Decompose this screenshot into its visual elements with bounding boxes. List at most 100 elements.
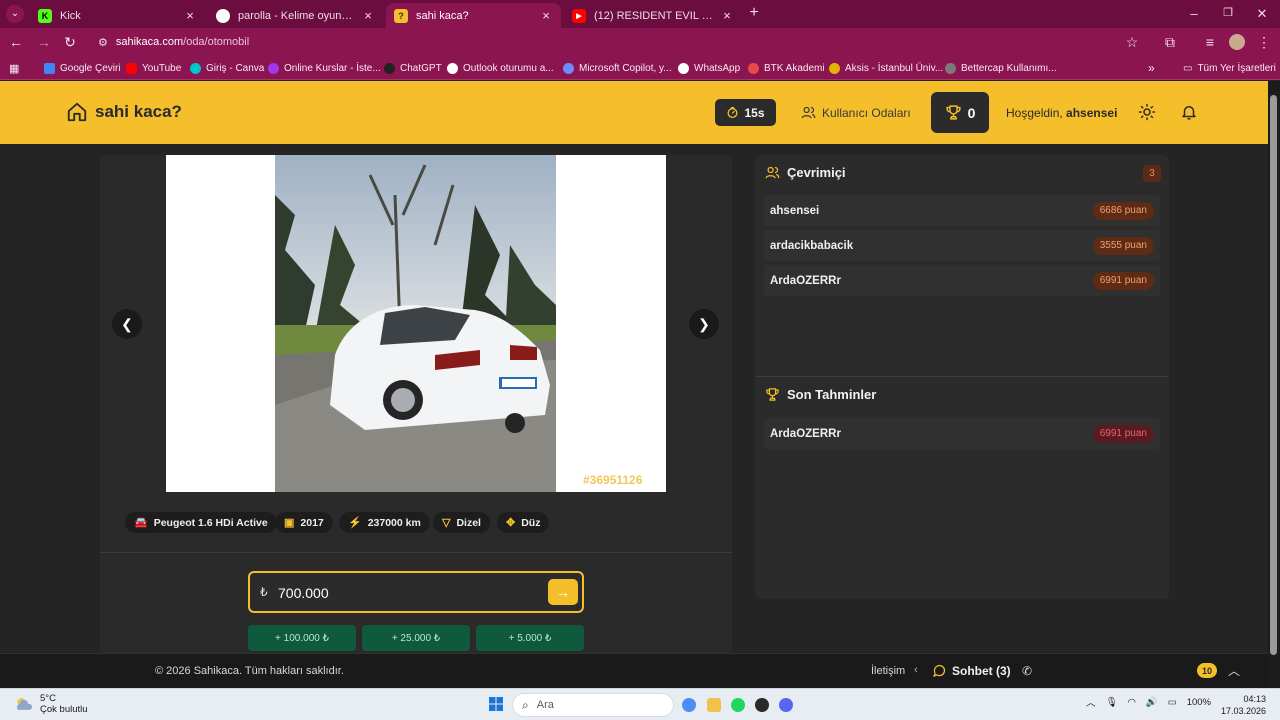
score-value: 0 [967, 104, 976, 121]
extensions-icon[interactable]: ⧉ [1162, 34, 1178, 50]
start-button[interactable] [489, 697, 503, 711]
bookmark-copilot[interactable]: Microsoft Copilot, y... [563, 60, 672, 76]
tab-kick[interactable]: K Kick × [30, 3, 205, 28]
bookmark-udemy[interactable]: Online Kurslar - İste... [268, 60, 381, 76]
close-window-icon[interactable]: ✕ [1254, 6, 1270, 22]
browser-menu-icon[interactable]: ⋮ [1256, 34, 1272, 50]
add-25000-button[interactable]: + 25.000 ₺ [362, 625, 470, 651]
chatgpt-icon [384, 62, 395, 74]
user-name: ardacikbabacik [770, 239, 854, 252]
volume-icon[interactable]: 🔊 [1146, 697, 1158, 708]
notifications-button[interactable] [1180, 103, 1198, 121]
contact-link[interactable]: İletişim [871, 665, 905, 677]
sidebar-panel: Çevrimiçi 3 ahsensei 6686 puan ardacikba… [755, 155, 1169, 599]
bookmark-btk[interactable]: BTK Akademi [748, 60, 825, 76]
bookmark-canva[interactable]: Giriş - Canva [190, 60, 264, 76]
profile-avatar[interactable] [1229, 34, 1245, 50]
bookmark-label: Google Çeviri [60, 62, 121, 74]
calendar-icon: ▣ [284, 517, 295, 529]
close-tab-icon[interactable]: × [539, 8, 553, 23]
tab-youtube[interactable]: ▶ (12) RESIDENT EVIL 7 Gameplay × [564, 3, 742, 28]
submit-guess-button[interactable]: → [548, 579, 578, 605]
microphone-icon[interactable]: 🎙 [1106, 697, 1118, 708]
next-image-button[interactable]: ❯ [689, 309, 719, 339]
collapse-chevron-icon[interactable]: ‹ [914, 664, 918, 676]
chat-button[interactable]: Sohbet (3) [932, 663, 1011, 678]
welcome-text: Hoşgeldin, ahsensei [1006, 106, 1117, 120]
user-points-badge: 6991 puan [1092, 271, 1154, 290]
google-translate-icon [44, 62, 55, 74]
more-bookmarks-icon[interactable]: » [1148, 60, 1155, 76]
user-rooms-link[interactable]: Kullanıcı Odaları [801, 105, 911, 120]
cloud-icon [16, 698, 33, 710]
online-header: Çevrimiçi [765, 165, 846, 180]
chip-year: ▣ 2017 [275, 512, 333, 533]
restore-icon[interactable]: ❐ [1220, 6, 1236, 19]
site-settings-icon[interactable]: ⚙ [98, 36, 108, 49]
bookmark-youtube[interactable]: YouTube [126, 60, 181, 76]
forward-icon[interactable]: → [36, 34, 52, 50]
reload-icon[interactable]: ↻ [62, 34, 78, 50]
discord-icon[interactable] [779, 698, 793, 712]
chip-transmission: ✥ Düz [497, 512, 550, 533]
all-bookmarks-label: Tüm Yer İşaretleri [1197, 62, 1276, 74]
tab-search-chevron-icon[interactable]: ⌄ [6, 5, 24, 23]
tab-parolla[interactable]: parolla - Kelime oyunu. Günlük × [208, 3, 383, 28]
tab-sahikaca[interactable]: ? sahi kaca? × [386, 3, 561, 28]
page-scrollbar[interactable] [1268, 81, 1280, 688]
bookmark-outlook[interactable]: Outlook oturumu a... [447, 60, 554, 76]
minimize-icon[interactable]: – [1186, 6, 1202, 21]
theme-toggle-button[interactable] [1138, 103, 1156, 121]
bookmark-whatsapp[interactable]: WhatsApp [678, 60, 740, 76]
bookmark-star-icon[interactable]: ☆ [1124, 34, 1140, 50]
tab-title: (12) RESIDENT EVIL 7 Gameplay [594, 9, 714, 22]
taskbar-search[interactable]: ⌕ Ara [512, 693, 674, 717]
site-logo[interactable]: sahi kaca? [66, 101, 182, 123]
chrome-taskbar-icon[interactable] [682, 698, 696, 712]
spotify-icon[interactable] [731, 698, 745, 712]
steam-icon[interactable] [755, 698, 769, 712]
car-photo [275, 155, 556, 492]
chip-mileage: ⚡ 237000 km [339, 512, 430, 533]
apps-grid-icon[interactable]: ▦ [9, 62, 19, 75]
bookmark-chatgpt[interactable]: ChatGPT [384, 60, 442, 76]
bookmark-bettercap[interactable]: Bettercap Kullanımı... [945, 60, 1057, 76]
close-tab-icon[interactable]: × [720, 8, 734, 23]
fuel-icon: ▽ [442, 517, 451, 529]
user-name: ArdaOZERRr [770, 274, 841, 287]
media-control-icon[interactable]: ≡ [1202, 34, 1218, 50]
bookmark-aksis[interactable]: Aksis - İstanbul Üniv... [829, 60, 943, 76]
bell-icon [1182, 106, 1196, 120]
address-bar[interactable]: ⚙ sahikaca.com /oda/otomobil [88, 31, 1148, 53]
welcome-username: ahsensei [1066, 106, 1118, 120]
new-tab-button[interactable]: + [746, 4, 762, 22]
welcome-prefix: Hoşgeldin, [1006, 106, 1063, 120]
phone-icon[interactable]: ✆ [1022, 664, 1032, 678]
close-tab-icon[interactable]: × [361, 8, 375, 23]
battery-icon[interactable]: ▭ [1168, 697, 1177, 708]
users-icon [801, 106, 816, 119]
close-tab-icon[interactable]: × [183, 8, 197, 23]
chevron-up-icon[interactable]: ︿ [1228, 662, 1240, 679]
add-5000-button[interactable]: + 5.000 ₺ [476, 625, 584, 651]
weather-widget[interactable]: 5°C Çok bulutlu [14, 693, 88, 715]
bookmark-label: BTK Akademi [764, 62, 825, 74]
site-footer: © 2026 Sahikaca. Tüm hakları saklıdır. İ… [0, 653, 1268, 688]
previous-image-button[interactable]: ❮ [112, 309, 142, 339]
file-explorer-icon[interactable] [707, 698, 721, 712]
wifi-icon[interactable]: ◠ [1128, 697, 1136, 708]
chip-model: 🚘 Peugeot 1.6 HDi Active [125, 512, 277, 533]
recent-guesses-header: Son Tahminler [765, 387, 876, 402]
tray-chevron-up-icon[interactable]: ︿ [1086, 695, 1096, 709]
user-name: ahsensei [770, 204, 820, 217]
price-input[interactable] [278, 582, 538, 604]
back-icon[interactable]: ← [8, 34, 24, 50]
bookmark-label: Online Kurslar - İste... [284, 62, 381, 74]
all-bookmarks-button[interactable]: ▭ Tüm Yer İşaretleri [1183, 60, 1276, 76]
add-100000-button[interactable]: + 100.000 ₺ [248, 625, 356, 651]
score-badge[interactable]: 0 [931, 92, 989, 133]
trophy-icon [766, 388, 779, 401]
scrollbar-thumb[interactable] [1270, 95, 1277, 655]
bookmark-google-translate[interactable]: Google Çeviri [44, 60, 121, 76]
taskbar-clock[interactable]: 04:13 17.03.2026 [1220, 693, 1266, 717]
